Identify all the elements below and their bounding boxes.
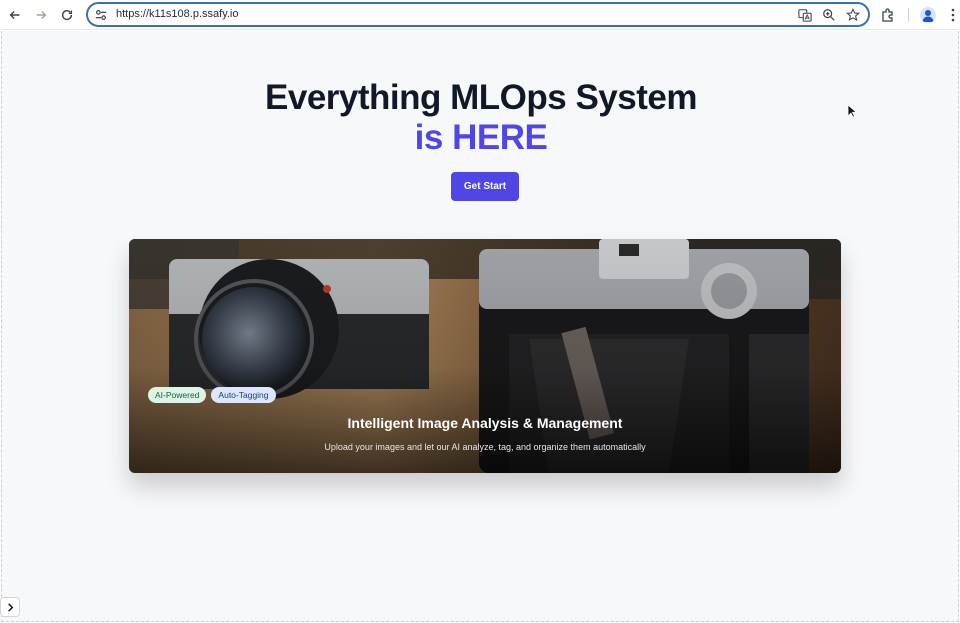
forward-button[interactable] — [31, 5, 51, 25]
toolbar-divider — [908, 8, 909, 22]
back-button[interactable] — [5, 5, 25, 25]
mouse-cursor-icon — [847, 104, 857, 118]
chevron-right-icon — [7, 602, 13, 612]
card-description: Upload your images and let our AI analyz… — [324, 442, 646, 452]
extensions-icon[interactable] — [880, 7, 896, 23]
address-bar[interactable]: https://k11s108.p.ssafy.io — [86, 2, 870, 27]
profile-avatar[interactable] — [920, 7, 936, 23]
person-icon — [922, 10, 934, 22]
site-info-icon[interactable] — [94, 8, 108, 22]
badge-group: AI-Powered Auto-Tagging — [148, 387, 276, 403]
page-content: Everything MLOps System is HERE Get Star… — [1, 31, 959, 622]
reload-icon — [61, 9, 73, 21]
badge-ai-powered: AI-Powered — [148, 387, 207, 403]
arrow-right-icon — [36, 11, 47, 19]
zoom-icon[interactable] — [822, 8, 836, 22]
url-text[interactable]: https://k11s108.p.ssafy.io — [116, 8, 239, 20]
menu-kebab-icon[interactable] — [945, 7, 960, 23]
reload-button[interactable] — [57, 5, 77, 25]
sidebar-toggle-button[interactable] — [0, 597, 20, 617]
browser-toolbar: https://k11s108.p.ssafy.io — [0, 0, 960, 30]
camera-photo-image — [129, 239, 841, 473]
hero-subtitle: is HERE — [414, 118, 548, 157]
translate-icon[interactable] — [798, 8, 812, 22]
feature-card: AI-Powered Auto-Tagging Intelligent Imag… — [129, 239, 841, 473]
card-title: Intelligent Image Analysis & Management — [347, 415, 623, 431]
star-icon[interactable] — [846, 8, 860, 22]
get-start-button[interactable]: Get Start — [451, 172, 519, 201]
arrow-left-icon — [9, 11, 20, 19]
hero-title: Everything MLOps System — [265, 78, 697, 117]
badge-auto-tagging: Auto-Tagging — [211, 387, 276, 403]
